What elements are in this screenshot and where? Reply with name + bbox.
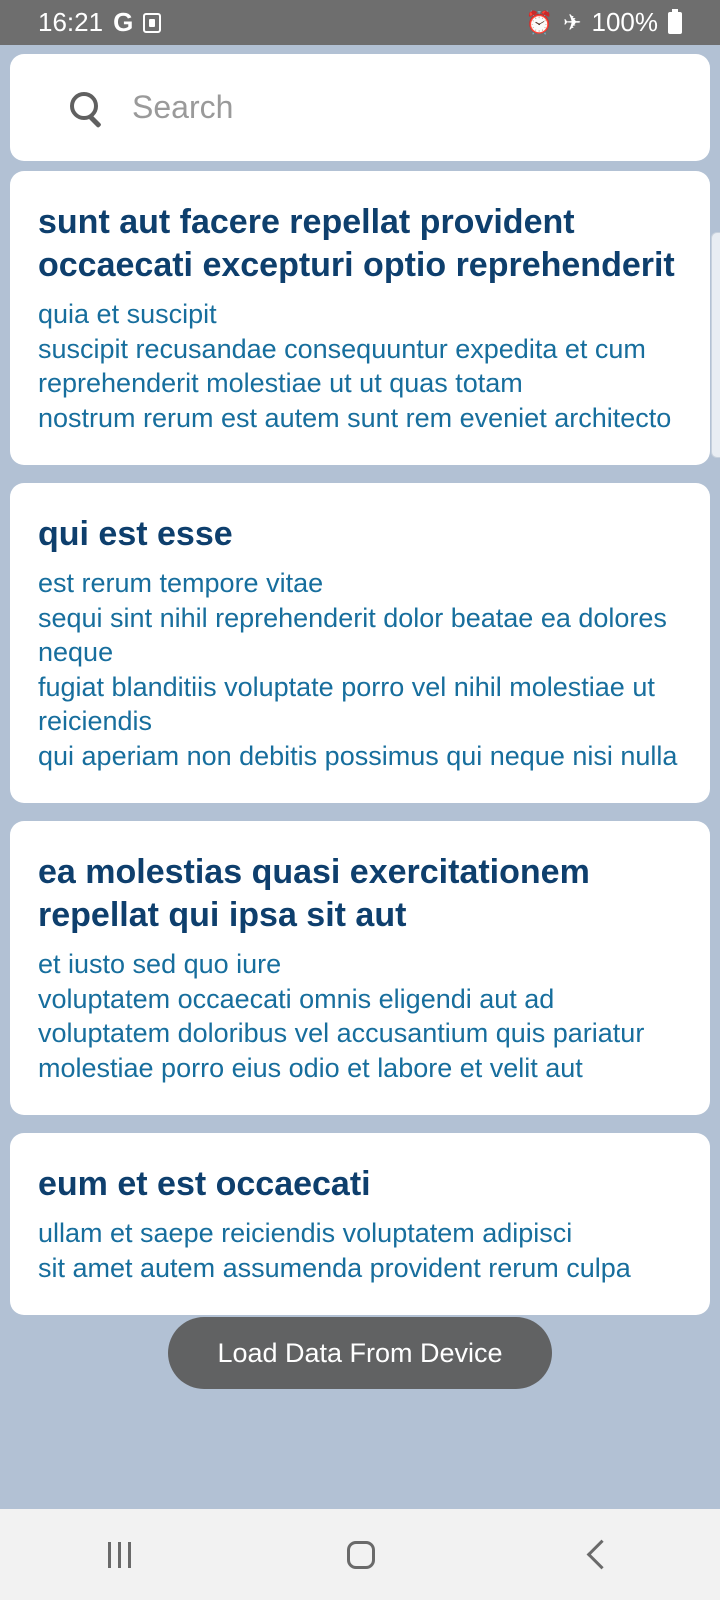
home-icon[interactable] bbox=[347, 1540, 375, 1569]
recent-apps-icon[interactable] bbox=[108, 1541, 131, 1568]
post-body: quia et suscipit suscipit recusandae con… bbox=[38, 299, 672, 433]
search-input[interactable] bbox=[130, 88, 654, 127]
toast-text: Load Data From Device bbox=[217, 1337, 503, 1368]
alarm-icon: ⏰ bbox=[525, 9, 554, 35]
post-title: eum et est occaecati bbox=[38, 1165, 371, 1203]
notification-box-icon bbox=[143, 12, 162, 33]
post-body: est rerum tempore vitae sequi sint nihil… bbox=[38, 568, 678, 771]
post-card[interactable]: eum et est occaecati ullam et saepe reic… bbox=[10, 1133, 710, 1315]
post-body: et iusto sed quo iure voluptatem occaeca… bbox=[38, 949, 645, 1083]
battery-icon bbox=[668, 8, 682, 34]
toast-message: Load Data From Device bbox=[168, 1317, 552, 1389]
google-icon: G bbox=[113, 7, 134, 37]
search-bar[interactable] bbox=[10, 54, 710, 161]
status-right: ⏰ ✈ 100% bbox=[526, 7, 682, 38]
navigation-bar bbox=[0, 1509, 720, 1600]
post-body: ullam et saepe reiciendis voluptatem adi… bbox=[38, 1218, 631, 1283]
back-icon[interactable] bbox=[586, 1539, 617, 1570]
status-time: 16:21 bbox=[38, 7, 104, 37]
post-list[interactable]: sunt aut facere repellat provident occae… bbox=[10, 171, 710, 1491]
search-icon bbox=[68, 90, 104, 128]
post-card[interactable]: qui est esse est rerum tempore vitae seq… bbox=[10, 483, 710, 803]
status-left: 16:21 G bbox=[38, 7, 162, 38]
airplane-mode-icon: ✈ bbox=[563, 9, 582, 35]
post-card[interactable]: sunt aut facere repellat provident occae… bbox=[10, 171, 710, 465]
scrollbar-thumb[interactable] bbox=[711, 232, 720, 458]
post-title: ea molestias quasi exercitationem repell… bbox=[38, 853, 590, 934]
post-card[interactable]: ea molestias quasi exercitationem repell… bbox=[10, 821, 710, 1115]
battery-percentage: 100% bbox=[591, 7, 659, 37]
post-title: sunt aut facere repellat provident occae… bbox=[38, 203, 675, 284]
status-bar: 16:21 G ⏰ ✈ 100% bbox=[0, 0, 720, 45]
post-title: qui est esse bbox=[38, 515, 233, 553]
